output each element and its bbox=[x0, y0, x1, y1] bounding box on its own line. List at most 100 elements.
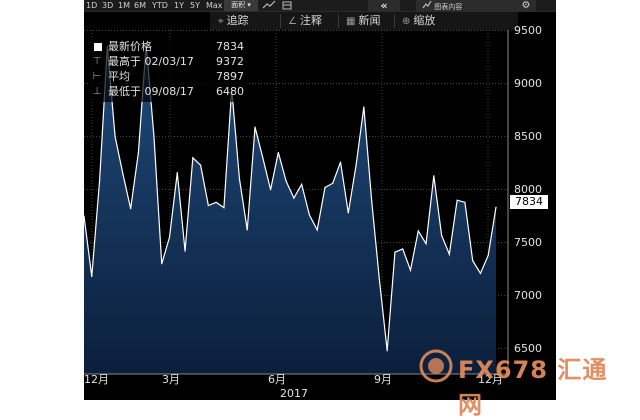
range-max[interactable]: Max bbox=[206, 0, 223, 11]
legend-average: ⊢ 平均 7897 bbox=[88, 70, 248, 84]
average-marker-icon: ⊢ bbox=[92, 71, 102, 82]
chart-window: 1D 3D 1M 6M YTD 1Y 5Y Max 面积 ▾ « 图表内容 ⚙ … bbox=[84, 0, 556, 400]
range-toolbar: 1D 3D 1M 6M YTD 1Y 5Y Max 面积 ▾ « 图表内容 ⚙ bbox=[84, 0, 556, 12]
x-year-label: 2017 bbox=[280, 387, 308, 400]
chart-content-label: 图表内容 bbox=[434, 3, 463, 11]
watermark-emblem-icon bbox=[419, 349, 453, 383]
data-point bbox=[472, 260, 474, 262]
data-point bbox=[409, 269, 412, 271]
legend-value: 9372 bbox=[216, 55, 244, 68]
data-point bbox=[215, 201, 217, 203]
data-point bbox=[285, 180, 287, 182]
x-tick-label: 3月 bbox=[162, 373, 180, 386]
watermark-logo: FX678 汇通网 bbox=[414, 346, 628, 419]
chevron-down-icon: ▾ bbox=[247, 1, 251, 9]
gear-icon[interactable]: ⚙ bbox=[516, 0, 536, 11]
data-point bbox=[98, 180, 101, 182]
data-point bbox=[402, 248, 404, 250]
data-point bbox=[386, 350, 388, 352]
y-tick-label: 7500 bbox=[514, 235, 542, 249]
legend-high: ⊤ 最高于 02/03/17 9372 bbox=[88, 55, 248, 69]
legend-label: 最低于 09/08/17 bbox=[108, 85, 194, 98]
data-point bbox=[339, 161, 342, 163]
data-point bbox=[223, 207, 225, 209]
data-point bbox=[440, 234, 443, 236]
data-point bbox=[192, 157, 194, 159]
data-point bbox=[464, 201, 466, 203]
data-point bbox=[301, 183, 303, 185]
x-tick-label: 6月 bbox=[268, 373, 286, 386]
range-1y[interactable]: 1Y bbox=[174, 0, 184, 11]
legend-label: 平均 bbox=[108, 70, 130, 83]
data-point bbox=[254, 126, 256, 128]
y-tick-label: 8000 bbox=[514, 182, 542, 196]
data-point bbox=[168, 236, 171, 238]
legend-label: 最新价格 bbox=[108, 40, 152, 53]
data-point bbox=[246, 229, 248, 231]
data-point bbox=[238, 178, 241, 180]
data-point bbox=[355, 164, 357, 166]
legend-low: ⊥ 最低于 09/08/17 6480 bbox=[88, 85, 248, 99]
line-chart-icon[interactable] bbox=[262, 0, 276, 11]
chart-type-label: 面积 bbox=[231, 1, 246, 9]
x-tick-label: 9月 bbox=[374, 373, 392, 386]
range-ytd[interactable]: YTD bbox=[152, 0, 168, 11]
chart-content-icon bbox=[422, 0, 434, 11]
high-marker-icon: ⊤ bbox=[92, 56, 102, 67]
range-3d[interactable]: 3D bbox=[102, 0, 113, 11]
data-point bbox=[262, 157, 264, 159]
legend-latest: 最新价格 7834 bbox=[88, 40, 248, 54]
data-point bbox=[324, 186, 326, 189]
chart-content-button[interactable]: 图表内容 bbox=[416, 0, 528, 11]
chart-type-dropdown[interactable]: 面积 ▾ bbox=[224, 0, 258, 11]
data-point bbox=[394, 251, 396, 253]
data-point bbox=[487, 254, 489, 256]
legend-value: 6480 bbox=[216, 85, 244, 98]
collapse-arrows-button[interactable]: « bbox=[368, 0, 400, 11]
y-tick-label: 9000 bbox=[514, 76, 542, 90]
data-point bbox=[425, 243, 427, 245]
range-6m[interactable]: 6M bbox=[134, 0, 146, 11]
data-point bbox=[176, 172, 178, 174]
x-tick-label: 12月 bbox=[84, 373, 109, 386]
range-5y[interactable]: 5Y bbox=[190, 0, 200, 11]
data-point bbox=[479, 272, 482, 274]
legend-label: 最高于 02/03/17 bbox=[108, 55, 194, 68]
data-point bbox=[184, 250, 186, 252]
data-point bbox=[448, 253, 450, 255]
data-point bbox=[200, 164, 202, 166]
data-point bbox=[161, 263, 163, 265]
data-point bbox=[332, 182, 334, 184]
legend-value: 7897 bbox=[216, 70, 244, 83]
legend-value: 7834 bbox=[216, 40, 244, 53]
data-point bbox=[495, 206, 497, 208]
data-point bbox=[293, 197, 295, 199]
data-point bbox=[130, 208, 132, 210]
y-tick-label: 8500 bbox=[514, 129, 542, 143]
data-point bbox=[207, 204, 209, 207]
data-point bbox=[114, 136, 116, 138]
last-value-tag: 7834 bbox=[510, 195, 548, 209]
data-point bbox=[91, 275, 93, 278]
data-point bbox=[308, 214, 311, 216]
data-point bbox=[378, 279, 380, 281]
data-point bbox=[456, 199, 458, 201]
range-1m[interactable]: 1M bbox=[118, 0, 130, 11]
data-point bbox=[347, 212, 349, 214]
data-point bbox=[363, 106, 365, 108]
white-square-icon bbox=[94, 43, 102, 51]
data-point bbox=[122, 173, 124, 175]
data-point bbox=[371, 199, 373, 201]
y-tick-label: 9500 bbox=[514, 23, 542, 37]
y-tick-label: 7000 bbox=[514, 288, 542, 302]
watermark-text: FX678 汇通网 bbox=[458, 356, 608, 419]
range-1d[interactable]: 1D bbox=[86, 0, 97, 11]
table-icon[interactable] bbox=[282, 0, 292, 11]
data-point bbox=[153, 136, 155, 138]
data-point bbox=[137, 151, 140, 154]
chart-legend: 最新价格 7834 ⊤ 最高于 02/03/17 9372 ⊢ 平均 7897 … bbox=[88, 38, 248, 102]
data-point bbox=[433, 175, 435, 177]
data-point bbox=[417, 230, 419, 232]
data-point bbox=[316, 229, 318, 231]
data-point bbox=[277, 151, 279, 154]
